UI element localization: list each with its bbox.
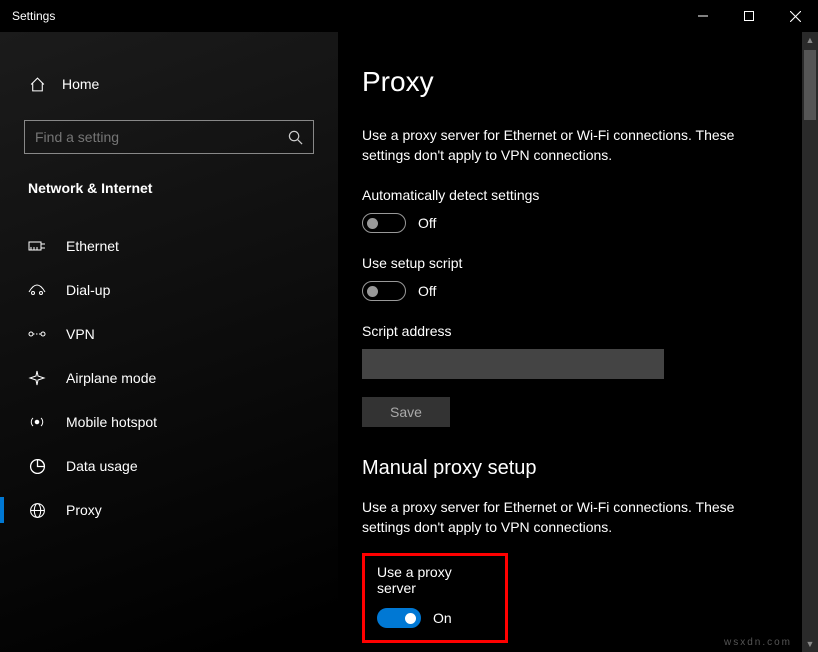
sidebar-item-proxy[interactable]: Proxy bbox=[0, 488, 338, 532]
setup-script-label: Use setup script bbox=[362, 255, 794, 271]
search-icon bbox=[288, 130, 303, 145]
use-proxy-toggle[interactable] bbox=[377, 608, 421, 628]
setup-script-state: Off bbox=[418, 283, 436, 299]
dialup-icon bbox=[28, 283, 46, 297]
sidebar-item-label: VPN bbox=[66, 326, 95, 342]
home-link[interactable]: Home bbox=[0, 66, 338, 102]
save-button[interactable]: Save bbox=[362, 397, 450, 427]
watermark: wsxdn.com bbox=[724, 637, 792, 648]
sidebar-item-vpn[interactable]: VPN bbox=[0, 312, 338, 356]
sidebar-item-label: Airplane mode bbox=[66, 370, 156, 386]
sidebar: Home Network & Internet Ethernet bbox=[0, 32, 338, 652]
manual-heading: Manual proxy setup bbox=[362, 457, 794, 480]
setup-script-toggle[interactable] bbox=[362, 281, 406, 301]
nav: Ethernet Dial-up VPN bbox=[0, 224, 338, 532]
scroll-down-icon[interactable]: ▼ bbox=[802, 636, 818, 652]
script-address-input[interactable] bbox=[362, 349, 664, 379]
manual-description: Use a proxy server for Ethernet or Wi-Fi… bbox=[362, 498, 782, 537]
auto-detect-toggle[interactable] bbox=[362, 213, 406, 233]
ethernet-icon bbox=[28, 239, 46, 253]
sidebar-item-label: Mobile hotspot bbox=[66, 414, 157, 430]
proxy-icon bbox=[28, 502, 46, 519]
scroll-up-icon[interactable]: ▲ bbox=[802, 32, 818, 48]
use-proxy-state: On bbox=[433, 610, 452, 626]
sidebar-item-label: Proxy bbox=[66, 502, 102, 518]
scrollbar[interactable]: ▲ ▼ bbox=[802, 32, 818, 652]
script-address-label: Script address bbox=[362, 323, 794, 339]
airplane-icon bbox=[28, 370, 46, 386]
vpn-icon bbox=[28, 327, 46, 341]
hotspot-icon bbox=[28, 414, 46, 430]
datausage-icon bbox=[28, 458, 46, 475]
scroll-thumb[interactable] bbox=[804, 50, 816, 120]
window-title: Settings bbox=[12, 9, 55, 23]
minimize-button[interactable] bbox=[680, 0, 726, 32]
sidebar-item-hotspot[interactable]: Mobile hotspot bbox=[0, 400, 338, 444]
page-title: Proxy bbox=[362, 66, 794, 98]
sidebar-item-label: Data usage bbox=[66, 458, 138, 474]
maximize-button[interactable] bbox=[726, 0, 772, 32]
sidebar-item-label: Dial-up bbox=[66, 282, 110, 298]
search-input[interactable] bbox=[35, 129, 288, 145]
auto-detect-state: Off bbox=[418, 215, 436, 231]
category-label: Network & Internet bbox=[0, 180, 338, 196]
sidebar-item-datausage[interactable]: Data usage bbox=[0, 444, 338, 488]
settings-window: Settings Home bbox=[0, 0, 818, 652]
home-label: Home bbox=[62, 76, 99, 92]
search-box[interactable] bbox=[24, 120, 314, 154]
home-icon bbox=[28, 76, 46, 93]
auto-description: Use a proxy server for Ethernet or Wi-Fi… bbox=[362, 126, 782, 165]
sidebar-item-ethernet[interactable]: Ethernet bbox=[0, 224, 338, 268]
close-button[interactable] bbox=[772, 0, 818, 32]
highlight-box: Use a proxy server On bbox=[362, 553, 508, 643]
sidebar-item-airplane[interactable]: Airplane mode bbox=[0, 356, 338, 400]
window-controls bbox=[680, 0, 818, 32]
titlebar: Settings bbox=[0, 0, 818, 32]
sidebar-item-dialup[interactable]: Dial-up bbox=[0, 268, 338, 312]
main-panel: Proxy Use a proxy server for Ethernet or… bbox=[338, 32, 818, 652]
auto-detect-label: Automatically detect settings bbox=[362, 187, 794, 203]
sidebar-item-label: Ethernet bbox=[66, 238, 119, 254]
use-proxy-label: Use a proxy server bbox=[377, 564, 493, 596]
